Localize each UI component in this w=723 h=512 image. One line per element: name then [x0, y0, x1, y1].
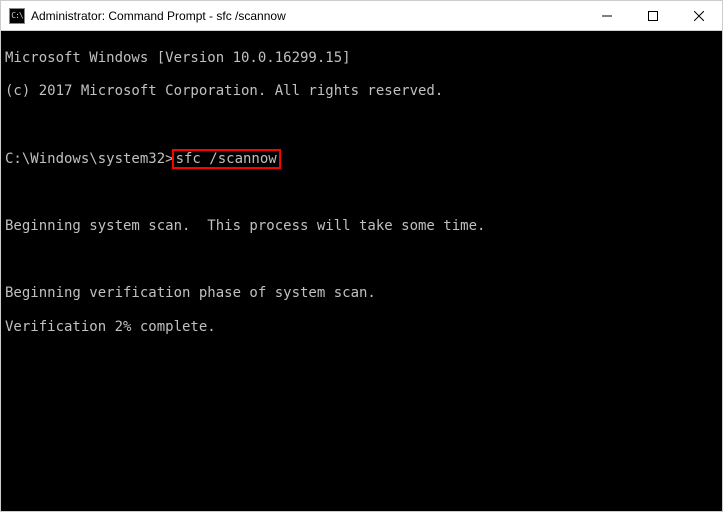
terminal-content[interactable]: Microsoft Windows [Version 10.0.16299.15… [1, 31, 722, 511]
minimize-icon [602, 11, 612, 21]
prompt-line: C:\Windows\system32>sfc /scannow [5, 151, 718, 168]
verification-phase-line: Beginning verification phase of system s… [5, 285, 718, 302]
titlebar: C:\ Administrator: Command Prompt - sfc … [1, 1, 722, 31]
maximize-button[interactable] [630, 1, 676, 30]
verification-progress-line: Verification 2% complete. [5, 319, 718, 336]
app-icon: C:\ [9, 8, 25, 24]
version-line: Microsoft Windows [Version 10.0.16299.15… [5, 50, 718, 67]
minimize-button[interactable] [584, 1, 630, 30]
prompt-path: C:\Windows\system32> [5, 151, 174, 168]
close-icon [694, 11, 704, 21]
command-highlight: sfc /scannow [172, 149, 281, 170]
window-title: Administrator: Command Prompt - sfc /sca… [31, 9, 584, 23]
maximize-icon [648, 11, 658, 21]
blank-line [5, 251, 718, 268]
blank-line [5, 117, 718, 134]
blank-line [5, 184, 718, 201]
window-controls [584, 1, 722, 30]
scan-begin-line: Beginning system scan. This process will… [5, 218, 718, 235]
copyright-line: (c) 2017 Microsoft Corporation. All righ… [5, 83, 718, 100]
close-button[interactable] [676, 1, 722, 30]
